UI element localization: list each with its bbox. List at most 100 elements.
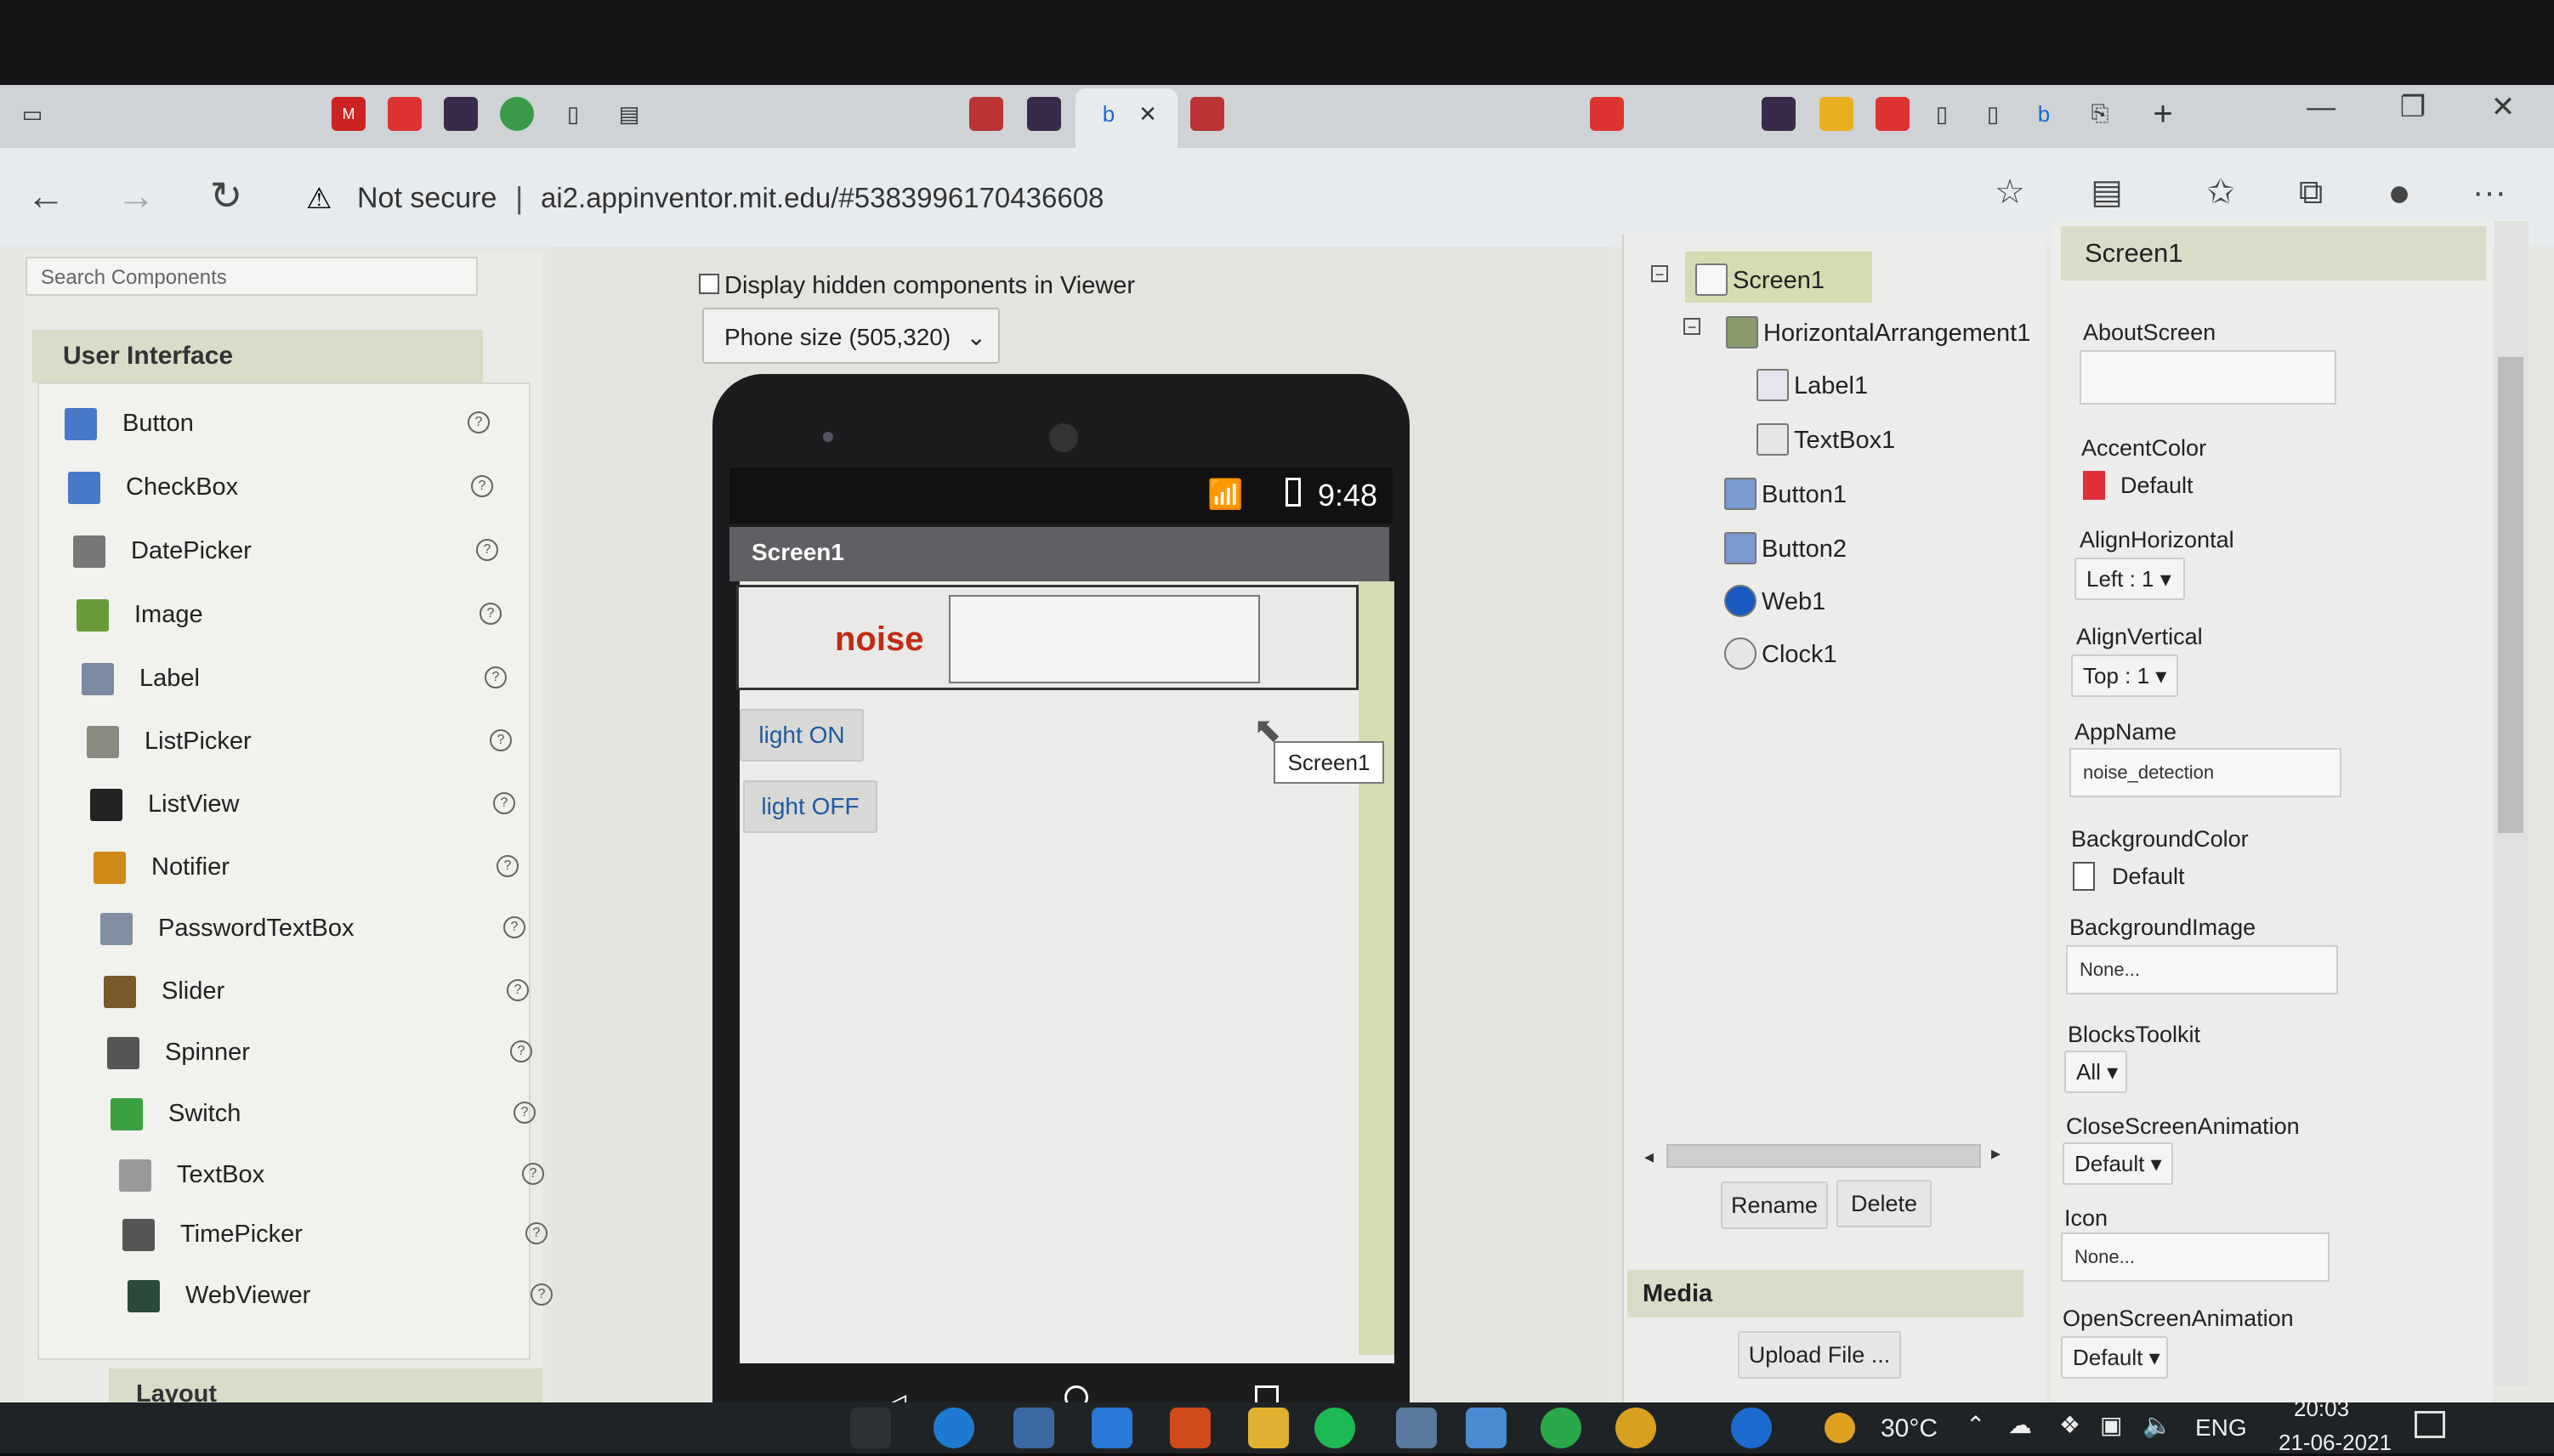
background-color-swatch[interactable] xyxy=(2073,862,2095,891)
palette-item-switch[interactable]: Switch? xyxy=(111,1090,536,1141)
tab-gmail-icon[interactable]: M xyxy=(332,97,366,131)
tab-page-icon-3[interactable]: ▯ xyxy=(1976,97,2010,131)
background-image-input[interactable]: None... xyxy=(2066,945,2338,994)
textbox1[interactable] xyxy=(949,595,1260,683)
help-icon[interactable]: ? xyxy=(531,1283,553,1306)
help-icon[interactable]: ? xyxy=(507,979,529,1001)
page-scroll-thumb[interactable] xyxy=(2498,357,2523,833)
clock-time[interactable]: 20:03 xyxy=(2294,1396,2349,1422)
notepad-icon[interactable] xyxy=(1466,1408,1507,1448)
security-label[interactable]: Not secure xyxy=(357,182,497,215)
window-close-icon[interactable]: ✕ xyxy=(2477,88,2528,126)
show-hidden-icons-icon[interactable]: ⌃ xyxy=(1966,1411,1985,1439)
align-vertical-select[interactable]: Top : 1 ▾ xyxy=(2071,654,2178,697)
help-icon[interactable]: ? xyxy=(525,1222,548,1244)
icon-input[interactable]: None... xyxy=(2061,1232,2330,1282)
align-horizontal-select[interactable]: Left : 1 ▾ xyxy=(2074,558,2185,600)
palette-item-webviewer[interactable]: WebViewer? xyxy=(128,1272,553,1323)
temperature[interactable]: 30°C xyxy=(1881,1414,1938,1443)
collapse-screen-icon[interactable]: − xyxy=(1651,265,1668,282)
accent-color-swatch[interactable] xyxy=(2083,471,2105,500)
tab-page-icon-2[interactable]: ▯ xyxy=(1925,97,1959,131)
close-animation-select[interactable]: Default ▾ xyxy=(2063,1142,2173,1185)
help-icon[interactable]: ? xyxy=(503,916,525,938)
palette-item-listpicker[interactable]: ListPicker? xyxy=(87,717,512,768)
url-field[interactable]: ai2.appinventor.mit.edu/#538399617043660… xyxy=(541,182,1104,214)
immersive-reader-icon[interactable]: ▤ xyxy=(2081,167,2132,218)
help-icon[interactable]: ? xyxy=(522,1163,544,1185)
more-icon[interactable]: ··· xyxy=(2464,167,2515,218)
forward-icon[interactable]: → xyxy=(111,170,162,221)
add-favorite-icon[interactable]: ☆ xyxy=(1984,167,2035,218)
tab-slack-icon-2[interactable] xyxy=(1027,97,1061,131)
rename-button[interactable]: Rename xyxy=(1721,1181,1828,1229)
help-icon[interactable] xyxy=(1731,1408,1772,1448)
help-icon[interactable]: ? xyxy=(480,603,502,625)
tab-red-icon[interactable] xyxy=(1590,97,1624,131)
help-icon[interactable]: ? xyxy=(485,666,507,688)
app-name-input[interactable]: noise_detection xyxy=(2069,748,2341,797)
tree-horizontal-scrollbar[interactable] xyxy=(1666,1144,1981,1168)
minimize-icon[interactable]: — xyxy=(2296,88,2347,126)
scroll-right-icon[interactable]: ▸ xyxy=(1991,1142,2001,1164)
help-icon[interactable]: ? xyxy=(493,792,515,814)
delete-button[interactable]: Delete xyxy=(1836,1180,1932,1227)
new-tab-icon[interactable]: + xyxy=(2146,95,2180,133)
tab-bing-icon[interactable]: b xyxy=(1092,97,1126,131)
search-input[interactable]: Search Components xyxy=(26,257,478,296)
help-icon[interactable]: ? xyxy=(471,475,493,497)
open-animation-select[interactable]: Default ▾ xyxy=(2061,1336,2168,1379)
phone-screen[interactable] xyxy=(740,581,1394,1363)
light-on-button[interactable]: light ON xyxy=(740,709,864,762)
clock-date[interactable]: 21-06-2021 xyxy=(2279,1430,2392,1456)
collections-icon[interactable]: ⧉ xyxy=(2285,167,2336,218)
phone-size-select[interactable]: Phone size (505,320) ⌄ xyxy=(702,308,1000,364)
python-icon[interactable] xyxy=(1396,1408,1437,1448)
tab-link-icon[interactable]: ⎘ xyxy=(2083,97,2117,131)
notifications-icon[interactable] xyxy=(2415,1411,2445,1438)
volume-icon[interactable]: 🔈 xyxy=(2143,1411,2172,1439)
tab-pdf-icon[interactable] xyxy=(388,97,422,131)
palette-item-timepicker[interactable]: TimePicker? xyxy=(122,1210,548,1261)
tab-slack-icon-3[interactable] xyxy=(1762,97,1796,131)
tab-green-icon[interactable] xyxy=(500,97,534,131)
palette-item-passwordtextbox[interactable]: PasswordTextBox? xyxy=(100,904,525,955)
blocks-toolkit-select[interactable]: All ▾ xyxy=(2064,1051,2127,1093)
favorites-icon[interactable]: ✩ xyxy=(2195,167,2246,218)
chrome-icon[interactable] xyxy=(1615,1408,1656,1448)
help-icon[interactable]: ? xyxy=(514,1102,536,1124)
reload-icon[interactable]: ↻ xyxy=(201,170,252,221)
palette-item-listview[interactable]: ListView? xyxy=(90,780,515,831)
tab-appinventor-icon[interactable] xyxy=(969,97,1003,131)
tab-actions-icon[interactable]: ▭ xyxy=(15,97,49,131)
language-indicator[interactable]: ENG xyxy=(2195,1414,2247,1442)
help-icon[interactable]: ? xyxy=(468,411,490,433)
tab-appinventor-icon-2[interactable] xyxy=(1190,97,1224,131)
tab-page-icon[interactable]: ▯ xyxy=(556,97,590,131)
palette-item-checkbox[interactable]: CheckBox? xyxy=(68,463,493,514)
palette-item-image[interactable]: Image? xyxy=(77,591,502,642)
tab-slack-icon[interactable] xyxy=(444,97,478,131)
file-explorer-icon[interactable] xyxy=(1248,1408,1289,1448)
tab-reader-icon[interactable]: ▤ xyxy=(612,97,646,131)
restore-icon[interactable]: ❐ xyxy=(2387,88,2438,126)
noise-label[interactable]: noise xyxy=(835,620,923,659)
task-view-icon[interactable] xyxy=(850,1408,891,1448)
palette-item-datepicker[interactable]: DatePicker? xyxy=(73,527,498,578)
help-icon[interactable]: ? xyxy=(497,855,519,877)
palette-item-slider[interactable]: Slider? xyxy=(104,967,529,1018)
palette-item-textbox[interactable]: TextBox? xyxy=(119,1151,544,1202)
scroll-left-icon[interactable]: ◂ xyxy=(1644,1146,1654,1168)
tab-close-icon[interactable]: ✕ xyxy=(1131,97,1165,131)
spotify-icon[interactable] xyxy=(1314,1408,1355,1448)
collapse-arrangement-icon[interactable]: − xyxy=(1683,318,1700,335)
palette-item-button[interactable]: Button? xyxy=(65,399,490,450)
edge-icon[interactable] xyxy=(934,1408,974,1448)
profile-icon[interactable]: ● xyxy=(2374,167,2425,218)
help-icon[interactable]: ? xyxy=(490,729,512,751)
store-icon[interactable] xyxy=(1013,1408,1054,1448)
palette-item-notifier[interactable]: Notifier? xyxy=(94,843,519,894)
help-icon[interactable]: ? xyxy=(476,539,498,561)
office-icon[interactable] xyxy=(1170,1408,1211,1448)
palette-item-spinner[interactable]: Spinner? xyxy=(107,1028,532,1079)
